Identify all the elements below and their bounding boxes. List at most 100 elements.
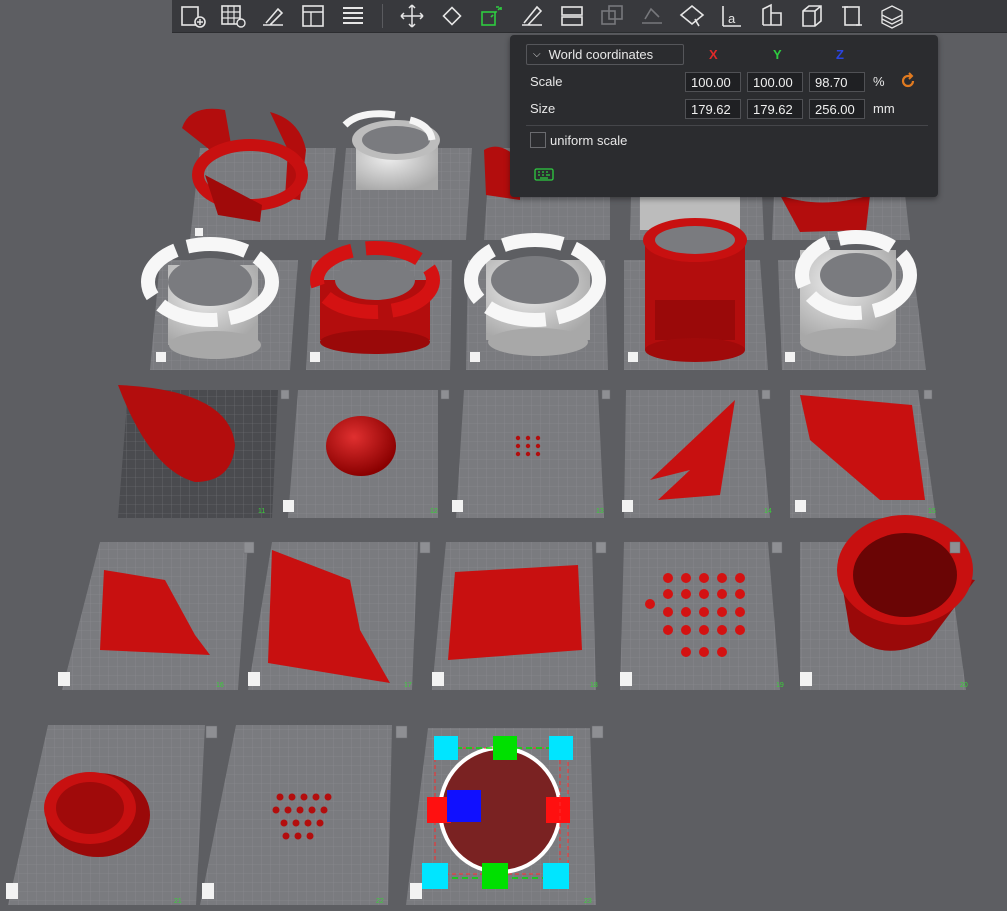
coordinate-mode-select[interactable]: ⌵ World coordinates (526, 44, 684, 65)
coordinate-mode-label: World coordinates (548, 47, 654, 62)
top-toolbar: a (172, 0, 1007, 33)
plate-close-icon[interactable] (440, 389, 450, 400)
size-y-field[interactable] (747, 99, 803, 119)
part-red-ring-with-tabs[interactable] (310, 241, 440, 354)
plate-settings-icon[interactable] (795, 500, 806, 512)
text-icon: a (722, 6, 741, 27)
split-button[interactable] (557, 2, 587, 30)
scale-unit: % (873, 74, 885, 89)
part-white-ring-split[interactable] (342, 110, 440, 190)
plate-close-icon[interactable] (243, 541, 255, 554)
part-white-ring-with-tabs-2[interactable] (464, 233, 606, 356)
plate-number: 20 (960, 682, 968, 689)
assemble-icon (802, 5, 822, 27)
plate-settings-icon[interactable] (410, 883, 422, 899)
plate-close-icon[interactable] (949, 541, 961, 554)
plate-settings-icon[interactable] (622, 500, 633, 512)
chevron-down-icon: ⌵ (533, 49, 541, 60)
size-x-field[interactable] (685, 99, 741, 119)
scale-row-label: Scale (530, 74, 563, 89)
slice-button[interactable] (877, 2, 907, 30)
cut-icon (522, 5, 543, 26)
plate-settings-icon[interactable] (432, 672, 444, 686)
plate-settings-icon[interactable] (195, 228, 203, 236)
plate-close-icon[interactable] (923, 389, 933, 400)
plate-close-icon[interactable] (205, 725, 218, 739)
arrange-button[interactable] (218, 2, 248, 30)
scale-y-field[interactable] (747, 72, 803, 92)
plate-settings-icon[interactable] (452, 500, 463, 512)
auto-orient-icon (263, 7, 284, 26)
part-red-panel[interactable] (448, 565, 582, 660)
plate-close-icon[interactable] (595, 541, 607, 554)
plate-settings-icon[interactable] (785, 352, 795, 362)
part-red-sphere[interactable] (326, 416, 396, 476)
add-plate-button[interactable] (178, 2, 208, 30)
uniform-scale-label: uniform scale (550, 133, 628, 148)
scale-panel: ⌵ World coordinates X Y Z Scale % Size m… (510, 35, 938, 197)
plate-settings-icon[interactable] (156, 352, 166, 362)
measure-icon (762, 3, 782, 26)
auto-orient-button[interactable] (258, 2, 288, 30)
rotate-button[interactable] (437, 2, 467, 30)
measure-button[interactable] (757, 2, 787, 30)
scale-button[interactable] (477, 2, 507, 30)
plate-close-icon[interactable] (771, 541, 783, 554)
plate-settings-icon[interactable] (620, 672, 632, 686)
reset-icon[interactable] (899, 72, 917, 90)
support-paint-button[interactable] (637, 2, 667, 30)
uniform-scale-checkbox[interactable] (530, 132, 546, 148)
scale-handle-x[interactable] (546, 797, 570, 823)
plate-settings-icon[interactable] (283, 500, 294, 512)
support-paint-icon (642, 7, 662, 24)
assemble-button[interactable] (797, 2, 827, 30)
plate-settings-icon[interactable] (6, 883, 18, 899)
plate-settings-icon[interactable] (628, 352, 638, 362)
scale-handle-corner[interactable] (434, 736, 458, 760)
part-small-pegs[interactable] (515, 435, 541, 457)
plate-number: 13 (596, 508, 604, 515)
scale-handle-corner[interactable] (543, 863, 569, 889)
plate-settings-icon[interactable] (58, 672, 70, 686)
plate-settings-icon[interactable] (310, 352, 320, 362)
scale-x-field[interactable] (685, 72, 741, 92)
size-z-field[interactable] (809, 99, 865, 119)
boolean-button[interactable] (597, 2, 627, 30)
variable-layer-button[interactable] (837, 2, 867, 30)
arrange-grid-icon (221, 5, 246, 28)
scale-handle-y[interactable] (482, 863, 508, 889)
move-button[interactable] (397, 2, 427, 30)
svg-text:a: a (728, 11, 736, 26)
plate-close-icon[interactable] (601, 389, 611, 400)
part-red-tube-tabs[interactable] (643, 218, 747, 362)
scale-handle-corner[interactable] (549, 736, 573, 760)
text-button[interactable]: a (717, 2, 747, 30)
plate-close-icon[interactable] (591, 725, 604, 739)
split-icon (561, 6, 583, 26)
add-plate-icon (181, 6, 206, 28)
size-row-label: Size (530, 101, 556, 116)
layout-button[interactable] (298, 2, 328, 30)
scale-z-field[interactable] (809, 72, 865, 92)
plate-close-icon[interactable] (280, 389, 290, 400)
boolean-icon (601, 5, 623, 25)
plate-settings-icon[interactable] (800, 672, 812, 686)
axis-x-label: X (709, 47, 718, 62)
layout-icon (302, 5, 324, 27)
scale-handle-corner[interactable] (422, 863, 448, 889)
part-white-ring-with-tabs-3[interactable] (795, 230, 917, 356)
plate-settings-icon[interactable] (202, 883, 214, 899)
plate-number: 16 (216, 682, 224, 689)
plate-close-icon[interactable] (395, 725, 408, 739)
plate-close-icon[interactable] (419, 541, 431, 554)
scale-icon (481, 6, 502, 26)
scale-handle-z[interactable] (447, 790, 481, 822)
cut-button[interactable] (517, 2, 547, 30)
layers-button[interactable] (338, 2, 368, 30)
plate-settings-icon[interactable] (470, 352, 480, 362)
scale-handle-y[interactable] (493, 736, 517, 760)
keyboard-icon[interactable] (534, 168, 554, 181)
plate-settings-icon[interactable] (248, 672, 260, 686)
plate-close-icon[interactable] (761, 389, 771, 400)
seam-paint-button[interactable] (677, 2, 707, 30)
